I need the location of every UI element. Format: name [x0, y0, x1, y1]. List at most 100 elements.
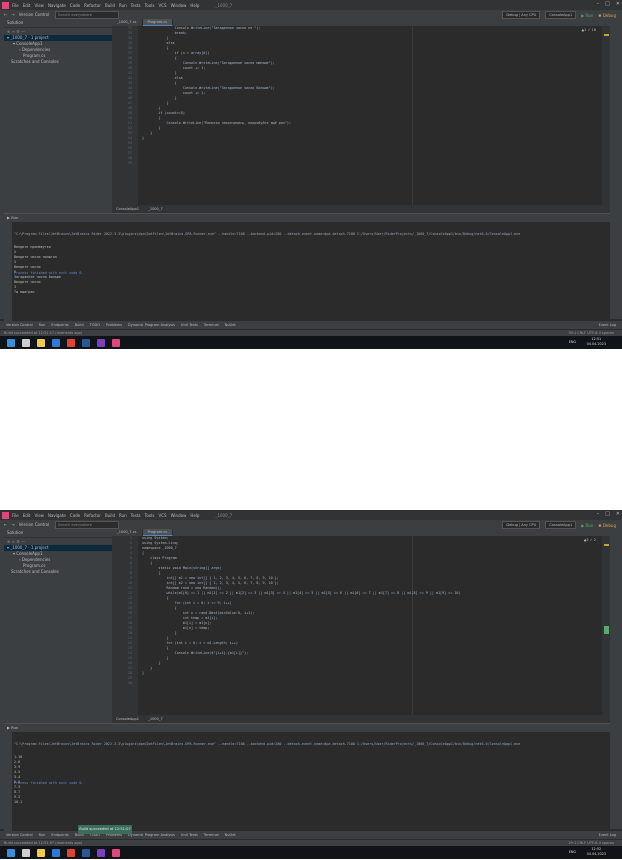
tool-tab-terminal[interactable]: Terminal [204, 323, 219, 327]
console-output[interactable]: "C:\Program Files\JetBrains\JetBrains Ri… [14, 224, 606, 294]
back-icon[interactable]: ← [4, 12, 7, 17]
event-log-button[interactable]: Event Log [599, 833, 616, 837]
tool-tab-run[interactable]: Run [39, 323, 46, 327]
search-icon[interactable] [22, 338, 30, 347]
run-config-select[interactable]: ConsoleApp1 [545, 11, 577, 19]
menu-run[interactable]: Run [119, 3, 127, 8]
menu-tools[interactable]: Tools [145, 513, 155, 518]
tree-item-scratches[interactable]: Scratches and Consoles [4, 59, 112, 65]
menu-tests[interactable]: Tests [131, 513, 141, 518]
search-icon[interactable] [22, 848, 30, 857]
tab-file-1[interactable]: _1000_7.cs [112, 529, 143, 536]
run-title[interactable]: Run [11, 215, 18, 220]
menu-navigate[interactable]: Navigate [48, 513, 66, 518]
tree-item-scratches[interactable]: Scratches and Consoles [4, 569, 112, 575]
tool-tab-problems[interactable]: Problems [106, 323, 122, 327]
menu-edit[interactable]: Edit [23, 513, 31, 518]
tool-tab-unit-tests[interactable]: Unit Tests [181, 323, 198, 327]
clock[interactable]: 12:51 04.04.2023 [587, 337, 606, 346]
tab-file-1[interactable]: _1000_7.cs [112, 19, 143, 26]
console-output[interactable]: "C:\Program Files\JetBrains\JetBrains Ri… [14, 734, 606, 804]
rider-taskbar-icon[interactable] [112, 848, 120, 857]
menu-code[interactable]: Code [70, 513, 80, 518]
close-icon[interactable]: ✕ [616, 1, 620, 7]
file-explorer-icon[interactable] [37, 338, 45, 347]
file-explorer-icon[interactable] [37, 848, 45, 857]
menu-window[interactable]: Window [171, 3, 187, 8]
chrome-icon[interactable] [67, 338, 75, 347]
windows-start-icon[interactable] [7, 338, 15, 347]
menu-help[interactable]: Help [190, 3, 199, 8]
breadcrumb-item[interactable]: _1000_7 [144, 717, 167, 721]
tab-file-2[interactable]: Program.cs [142, 529, 174, 536]
menu-navigate[interactable]: Navigate [48, 3, 66, 8]
maximize-icon[interactable]: □ [605, 511, 610, 517]
menu-help[interactable]: Help [190, 513, 199, 518]
code-editor[interactable]: _1000_7.cs Program.cs 32 33 34 35 36 37 38 39 40… [112, 19, 610, 213]
language-indicator[interactable]: ENG [569, 340, 576, 344]
tool-tab-run[interactable]: Run [39, 833, 46, 837]
tool-tab-nuget[interactable]: NuGet [225, 833, 236, 837]
code-lines[interactable]: using System; using System.Linq; namespace… [142, 536, 600, 686]
menu-run[interactable]: Run [119, 513, 127, 518]
back-icon[interactable]: ← [4, 522, 7, 527]
event-log-button[interactable]: Event Log [599, 323, 616, 327]
editor-scrollbar[interactable] [602, 26, 610, 205]
version-control-button[interactable]: Version Control [19, 522, 49, 527]
breadcrumb-item[interactable]: ConsoleApp1 [112, 717, 143, 721]
app-icon[interactable] [97, 848, 105, 857]
menu-edit[interactable]: Edit [23, 3, 31, 8]
debug-button[interactable]: ✱ Debug [598, 13, 616, 18]
run-button[interactable]: ▶ Run [581, 523, 593, 528]
run-config-select[interactable]: ConsoleApp1 [545, 521, 577, 529]
menu-vcs[interactable]: VCS [158, 3, 166, 8]
word-icon[interactable] [82, 848, 90, 857]
build-config-select[interactable]: Debug | Any CPU [502, 521, 541, 529]
menu-refactor[interactable]: Refactor [84, 513, 101, 518]
menu-file[interactable]: File [12, 3, 19, 8]
code-lines[interactable]: Console.WriteLine("Загаданное число не "… [142, 26, 600, 166]
app-icon[interactable] [97, 338, 105, 347]
solution-title[interactable]: Solution [4, 19, 112, 28]
tool-tab-endpoints[interactable]: Endpoints [51, 323, 68, 327]
tool-tab-nuget[interactable]: NuGet [225, 323, 236, 327]
minimize-icon[interactable]: – [597, 1, 600, 7]
breadcrumb-item[interactable]: _1000_7 [144, 207, 167, 211]
menu-code[interactable]: Code [70, 3, 80, 8]
solution-title[interactable]: Solution [4, 529, 112, 538]
menu-tests[interactable]: Tests [131, 3, 141, 8]
tab-file-2[interactable]: Program.cs [142, 19, 174, 26]
menu-refactor[interactable]: Refactor [84, 3, 101, 8]
version-control-button[interactable]: Version Control [19, 12, 49, 17]
mail-icon[interactable] [52, 848, 60, 857]
menu-tools[interactable]: Tools [145, 3, 155, 8]
menu-file[interactable]: File [12, 513, 19, 518]
menu-build[interactable]: Build [105, 3, 115, 8]
build-config-select[interactable]: Debug | Any CPU [502, 11, 541, 19]
minimize-icon[interactable]: – [597, 511, 600, 517]
word-icon[interactable] [82, 338, 90, 347]
breadcrumb-item[interactable]: ConsoleApp1 [112, 207, 143, 211]
search-everywhere-input[interactable]: Search everywhere [55, 520, 120, 529]
debug-button[interactable]: ✱ Debug [598, 523, 616, 528]
language-indicator[interactable]: ENG [569, 850, 576, 854]
run-button[interactable]: ▶ Run [581, 13, 593, 18]
menu-window[interactable]: Window [171, 513, 187, 518]
code-editor[interactable]: _1000_7.cs Program.cs 1 2 3 4 5 6 7 8 9 10 11 12 13 1… [112, 529, 610, 723]
menu-vcs[interactable]: VCS [158, 513, 166, 518]
forward-icon[interactable]: → [11, 12, 14, 17]
clock[interactable]: 12:52 04.04.2023 [587, 847, 606, 856]
tool-tab-dynamic-program-analysis[interactable]: Dynamic Program Analysis [128, 323, 175, 327]
build-notification[interactable]: Build succeeded at 12:51:07 [78, 825, 132, 834]
tool-tab-endpoints[interactable]: Endpoints [51, 833, 68, 837]
windows-start-icon[interactable] [7, 848, 15, 857]
chrome-icon[interactable] [67, 848, 75, 857]
editor-scrollbar[interactable] [602, 536, 610, 715]
tool-tab-terminal[interactable]: Terminal [204, 833, 219, 837]
tool-tab-unit-tests[interactable]: Unit Tests [181, 833, 198, 837]
inspection-widget[interactable]: ▲1 ✓ 16 [581, 28, 596, 32]
search-everywhere-input[interactable]: Search everywhere [55, 10, 120, 19]
tool-tab-dynamic-program-analysis[interactable]: Dynamic Program Analysis [128, 833, 175, 837]
tool-tab-version-control[interactable]: Version Control [6, 323, 33, 327]
maximize-icon[interactable]: □ [605, 1, 610, 7]
